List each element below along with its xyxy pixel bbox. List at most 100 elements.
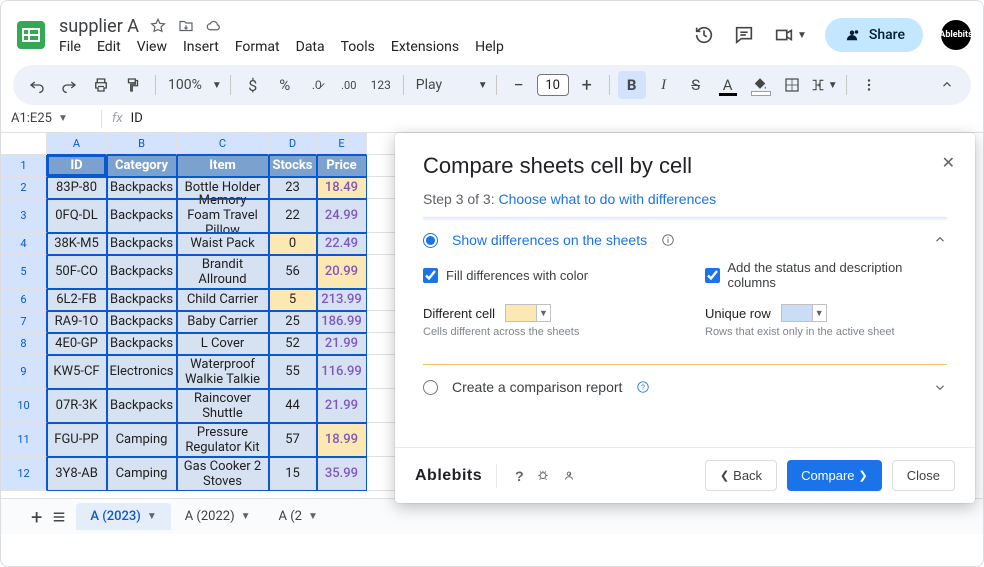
show-differences-label[interactable]: Show differences on the sheets	[452, 232, 647, 248]
add-sheet-button[interactable]: +	[31, 505, 42, 529]
cell[interactable]: Backpacks	[107, 289, 177, 311]
row-header[interactable]: 9	[1, 355, 47, 389]
font-dropdown[interactable]: Play	[412, 77, 472, 93]
help-icon[interactable]: ?	[515, 468, 524, 484]
cell[interactable]: 15	[269, 457, 317, 491]
cell[interactable]: Child Carrier	[177, 289, 269, 311]
fill-color-checkbox[interactable]	[423, 268, 438, 283]
chevron-down-icon[interactable]: ▼	[478, 80, 488, 91]
header-cell[interactable]: Stocks	[269, 155, 317, 177]
menu-view[interactable]: View	[137, 39, 167, 55]
cell[interactable]: 57	[269, 423, 317, 457]
percent-button[interactable]: %	[271, 71, 299, 99]
cell[interactable]: 6L2-FB	[47, 289, 107, 311]
comment-icon[interactable]	[733, 24, 755, 46]
menu-insert[interactable]: Insert	[183, 39, 219, 55]
cloud-icon[interactable]	[205, 17, 223, 35]
cell[interactable]: 21.99	[317, 389, 367, 423]
different-cell-color-picker[interactable]: ▼	[505, 304, 551, 322]
cell[interactable]: 213.99	[317, 289, 367, 311]
redo-button[interactable]	[55, 71, 83, 99]
cell[interactable]: 18.99	[317, 423, 367, 457]
row-header[interactable]: 7	[1, 311, 47, 333]
cell[interactable]: 52	[269, 333, 317, 355]
bug-icon[interactable]	[536, 468, 550, 484]
help-icon[interactable]: ?	[636, 380, 650, 394]
cell[interactable]: 186.99	[317, 311, 367, 333]
cell[interactable]: 4E0-GP	[47, 333, 107, 355]
bold-button[interactable]: B	[618, 71, 646, 99]
add-status-label[interactable]: Add the status and description columns	[728, 260, 947, 290]
decrease-font-button[interactable]: −	[505, 71, 533, 99]
name-box[interactable]: A1:E25▼	[11, 111, 91, 126]
cell[interactable]: Baby Carrier	[177, 311, 269, 333]
cell[interactable]: Waterproof Walkie Talkie	[177, 355, 269, 389]
account-avatar[interactable]: Ablebits	[941, 20, 971, 50]
compare-button[interactable]: Compare❯	[787, 460, 882, 491]
create-report-radio[interactable]	[423, 380, 438, 395]
step-link[interactable]: Choose what to do with differences	[499, 191, 717, 207]
share-button[interactable]: Share	[825, 18, 923, 52]
row-header[interactable]: 11	[1, 423, 47, 457]
cell[interactable]: L Cover	[177, 333, 269, 355]
zoom-dropdown[interactable]: 100%	[164, 77, 206, 93]
cell[interactable]: 24.99	[317, 199, 367, 233]
header-cell[interactable]: Item	[177, 155, 269, 177]
star-icon[interactable]	[149, 17, 167, 35]
cell[interactable]: Camping	[107, 457, 177, 491]
move-icon[interactable]	[177, 17, 195, 35]
cell[interactable]: Waist Pack	[177, 233, 269, 255]
all-sheets-button[interactable]	[50, 508, 68, 526]
undo-button[interactable]	[23, 71, 51, 99]
column-header[interactable]: C	[177, 133, 269, 155]
cell[interactable]: 18.49	[317, 177, 367, 199]
column-header[interactable]: E	[317, 133, 367, 155]
menu-format[interactable]: Format	[235, 39, 280, 55]
chevron-up-icon[interactable]	[933, 233, 947, 247]
back-button[interactable]: ❮Back	[705, 460, 777, 491]
row-header[interactable]: 10	[1, 389, 47, 423]
cell[interactable]: 44	[269, 389, 317, 423]
number-format-button[interactable]: 123	[367, 71, 395, 99]
row-header[interactable]: 5	[1, 255, 47, 289]
cell[interactable]: RA9-1O	[47, 311, 107, 333]
print-button[interactable]	[87, 71, 115, 99]
row-header[interactable]: 1	[1, 155, 47, 177]
italic-button[interactable]: I	[650, 71, 678, 99]
cell[interactable]: Backpacks	[107, 233, 177, 255]
text-color-button[interactable]: A	[714, 71, 742, 99]
fill-color-label[interactable]: Fill differences with color	[446, 268, 588, 283]
sheet-tab[interactable]: A (2022)▼	[171, 503, 265, 530]
borders-button[interactable]	[778, 71, 806, 99]
sheet-tab[interactable]: A (2023)▼	[76, 503, 170, 530]
increase-font-button[interactable]: +	[573, 71, 601, 99]
increase-decimal-button[interactable]: .00	[335, 71, 363, 99]
font-size-input[interactable]: 10	[537, 74, 569, 96]
cell[interactable]: Electronics	[107, 355, 177, 389]
cell[interactable]: 35.99	[317, 457, 367, 491]
row-header[interactable]: 6	[1, 289, 47, 311]
header-cell[interactable]: Price	[317, 155, 367, 177]
cell[interactable]: 83P-80	[47, 177, 107, 199]
add-status-checkbox[interactable]	[705, 268, 720, 283]
column-header[interactable]: B	[107, 133, 177, 155]
cell[interactable]: 38K-M5	[47, 233, 107, 255]
history-icon[interactable]	[693, 24, 715, 46]
header-cell[interactable]: ID	[47, 155, 107, 177]
collapse-toolbar-button[interactable]	[933, 71, 961, 99]
menu-data[interactable]: Data	[296, 39, 325, 55]
menu-help[interactable]: Help	[475, 39, 504, 55]
cell[interactable]: 20.99	[317, 255, 367, 289]
decrease-decimal-button[interactable]: .0̷	[303, 71, 331, 99]
cell[interactable]: 25	[269, 311, 317, 333]
menu-file[interactable]: File	[59, 39, 81, 55]
cell[interactable]: Raincover Shuttle	[177, 389, 269, 423]
cell[interactable]: 23	[269, 177, 317, 199]
cell[interactable]: KW5-CF	[47, 355, 107, 389]
fill-color-button[interactable]	[746, 71, 774, 99]
create-report-label[interactable]: Create a comparison report	[452, 379, 622, 395]
paint-format-button[interactable]	[119, 71, 147, 99]
cell[interactable]: 116.99	[317, 355, 367, 389]
cell[interactable]: Memory Foam Travel Pillow	[177, 199, 269, 233]
column-header[interactable]: D	[269, 133, 317, 155]
